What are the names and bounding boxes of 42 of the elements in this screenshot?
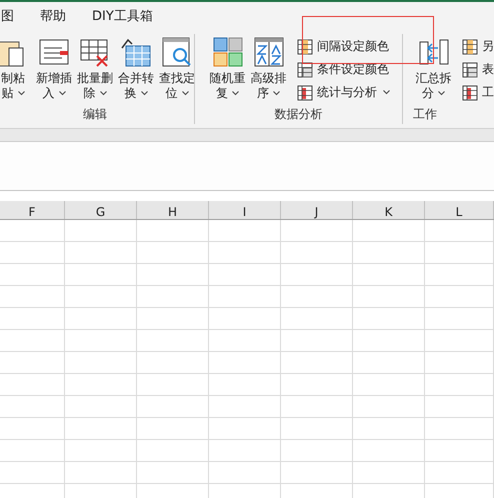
group-label: 数据分析 [274, 107, 322, 121]
ribbon-button[interactable]: 合并转 换 [116, 36, 156, 107]
ribbon-button[interactable]: 另 [462, 36, 494, 57]
caret-icon [182, 91, 188, 96]
caret-icon [232, 91, 239, 96]
caret-icon [58, 91, 66, 96]
ribbon-button[interactable]: 新增插 入 [34, 36, 74, 107]
column-header[interactable]: J [281, 201, 353, 219]
chart-table-icon [297, 84, 313, 100]
caret-icon [438, 91, 445, 96]
ribbon-tab[interactable]: DIY工具箱 [92, 7, 153, 25]
table-search-icon [161, 36, 193, 68]
table-merge-icon [120, 36, 152, 68]
ribbon-button[interactable]: 汇总拆 分 [413, 36, 454, 107]
caret-icon [100, 91, 106, 96]
conditional-table-icon [297, 62, 313, 78]
ribbon-button[interactable]: 查找定 位 [156, 36, 198, 107]
ribbon-button[interactable]: 间隔设定颜色 [297, 36, 390, 57]
color-grid-icon [212, 36, 244, 68]
group-label: 工作 [413, 107, 437, 121]
ribbon-button[interactable]: 批量删 除 [74, 36, 116, 107]
ribbon-button[interactable]: 表 [462, 59, 494, 80]
column-header[interactable]: K [353, 201, 425, 219]
column-header[interactable]: G [65, 201, 137, 219]
column-header[interactable]: F [0, 201, 65, 219]
caret-icon [140, 91, 148, 96]
ribbon-button[interactable]: 随机重 复 [207, 36, 248, 107]
striped-table-icon [297, 38, 313, 54]
caret-icon [383, 90, 390, 95]
ribbon-button[interactable]: 制粘 贴 [0, 36, 34, 107]
caret-icon [18, 91, 24, 96]
column-header[interactable]: L [425, 201, 494, 219]
sort-az-icon [252, 36, 284, 68]
ribbon-tab[interactable]: 帮助 [40, 7, 66, 25]
column-header[interactable]: H [137, 201, 209, 219]
ribbon-button[interactable]: 高级排 序 [248, 36, 289, 107]
ribbon-tab[interactable]: 图 [1, 7, 14, 25]
ribbon-button[interactable]: 工 [462, 82, 494, 103]
ribbon-button[interactable]: 统计与分析 [297, 82, 390, 103]
column-header[interactable]: I [209, 201, 281, 219]
caret-icon [273, 91, 280, 96]
group-label: 编辑 [83, 107, 107, 121]
